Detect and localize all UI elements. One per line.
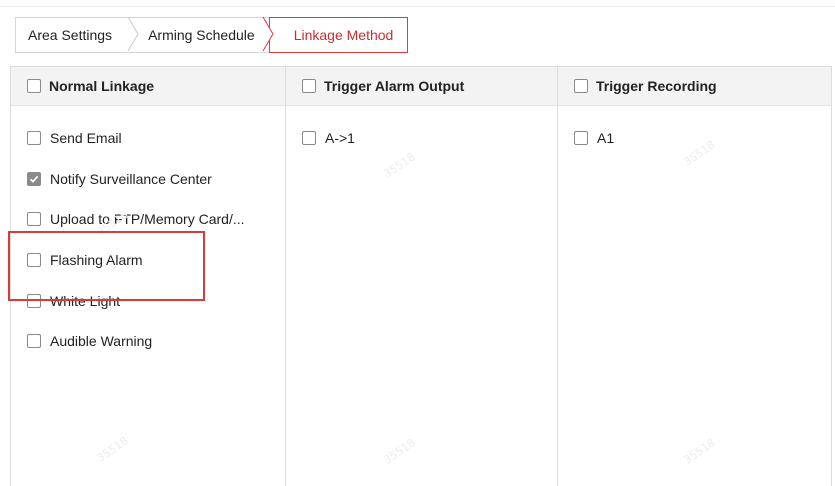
normal-linkage-select-all-checkbox[interactable] <box>27 79 41 93</box>
tab-linkage-method-label: Linkage Method <box>293 27 394 43</box>
trigger-alarm-output-list: A->1 <box>286 106 557 159</box>
trigger-recording-select-all-checkbox[interactable] <box>574 79 588 93</box>
trigger-alarm-output-select-all-checkbox[interactable] <box>302 79 316 93</box>
chevron-separator-icon <box>126 17 142 51</box>
tab-linkage-method[interactable]: Linkage Method <box>268 17 409 53</box>
send-email-label: Send Email <box>50 130 122 147</box>
list-item[interactable]: Upload to FTP/Memory Card/... <box>11 199 285 240</box>
list-item[interactable]: Send Email <box>11 118 285 159</box>
upload-ftp-checkbox[interactable] <box>27 212 41 227</box>
watermark-text: 35518 <box>681 436 718 467</box>
tab-area-settings-label: Area Settings <box>28 27 113 43</box>
trigger-recording-column: Trigger Recording A1 35518 35518 <box>558 67 831 486</box>
linkage-settings-page: Area Settings Arming Schedule Linkage Me… <box>0 0 835 486</box>
tab-arming-schedule[interactable]: Arming Schedule <box>134 17 274 52</box>
trigger-alarm-output-header-label: Trigger Alarm Output <box>324 78 465 94</box>
recording-a1-label: A1 <box>597 130 615 147</box>
list-item[interactable]: Audible Warning <box>11 321 285 362</box>
watermark-text: 35518 <box>94 434 131 465</box>
audible-warning-label: Audible Warning <box>50 333 153 350</box>
tab-arming-schedule-label: Arming Schedule <box>148 27 255 43</box>
list-item[interactable]: Flashing Alarm <box>11 240 285 281</box>
alarm-output-a1-label: A->1 <box>325 130 355 147</box>
settings-tabs: Area Settings Arming Schedule Linkage Me… <box>15 17 409 53</box>
list-item[interactable]: A1 <box>558 118 831 159</box>
recording-a1-checkbox[interactable] <box>574 131 588 146</box>
white-light-checkbox[interactable] <box>27 293 41 308</box>
top-divider <box>0 0 835 7</box>
trigger-alarm-output-header[interactable]: Trigger Alarm Output <box>286 67 557 106</box>
alarm-output-a1-checkbox[interactable] <box>302 131 316 146</box>
trigger-recording-list: A1 <box>558 106 831 159</box>
normal-linkage-column: Normal Linkage Send Email Notify Surveil… <box>11 67 286 486</box>
list-item[interactable]: Notify Surveillance Center <box>11 159 285 200</box>
flashing-alarm-checkbox[interactable] <box>27 253 41 268</box>
trigger-recording-header-label: Trigger Recording <box>596 78 717 94</box>
list-item[interactable]: A->1 <box>286 118 557 159</box>
send-email-checkbox[interactable] <box>27 131 41 146</box>
audible-warning-checkbox[interactable] <box>27 334 41 349</box>
list-item[interactable]: White Light <box>11 280 285 321</box>
normal-linkage-header-label: Normal Linkage <box>49 78 155 94</box>
linkage-table: Normal Linkage Send Email Notify Surveil… <box>10 66 832 486</box>
flashing-alarm-label: Flashing Alarm <box>50 252 143 269</box>
notify-surveillance-center-checkbox[interactable] <box>27 171 41 186</box>
white-light-label: White Light <box>50 292 121 309</box>
watermark-text: 35518 <box>381 436 418 467</box>
chevron-separator-icon <box>261 17 277 51</box>
upload-ftp-label: Upload to FTP/Memory Card/... <box>50 211 245 228</box>
tab-area-settings[interactable]: Area Settings <box>16 17 139 52</box>
notify-surveillance-center-label: Notify Surveillance Center <box>50 170 212 187</box>
normal-linkage-header[interactable]: Normal Linkage <box>11 67 285 106</box>
trigger-alarm-output-column: Trigger Alarm Output A->1 35518 35518 <box>286 67 558 486</box>
normal-linkage-list: Send Email Notify Surveillance Center Up… <box>11 106 285 362</box>
trigger-recording-header[interactable]: Trigger Recording <box>558 67 831 106</box>
checkmark-icon <box>29 175 39 183</box>
